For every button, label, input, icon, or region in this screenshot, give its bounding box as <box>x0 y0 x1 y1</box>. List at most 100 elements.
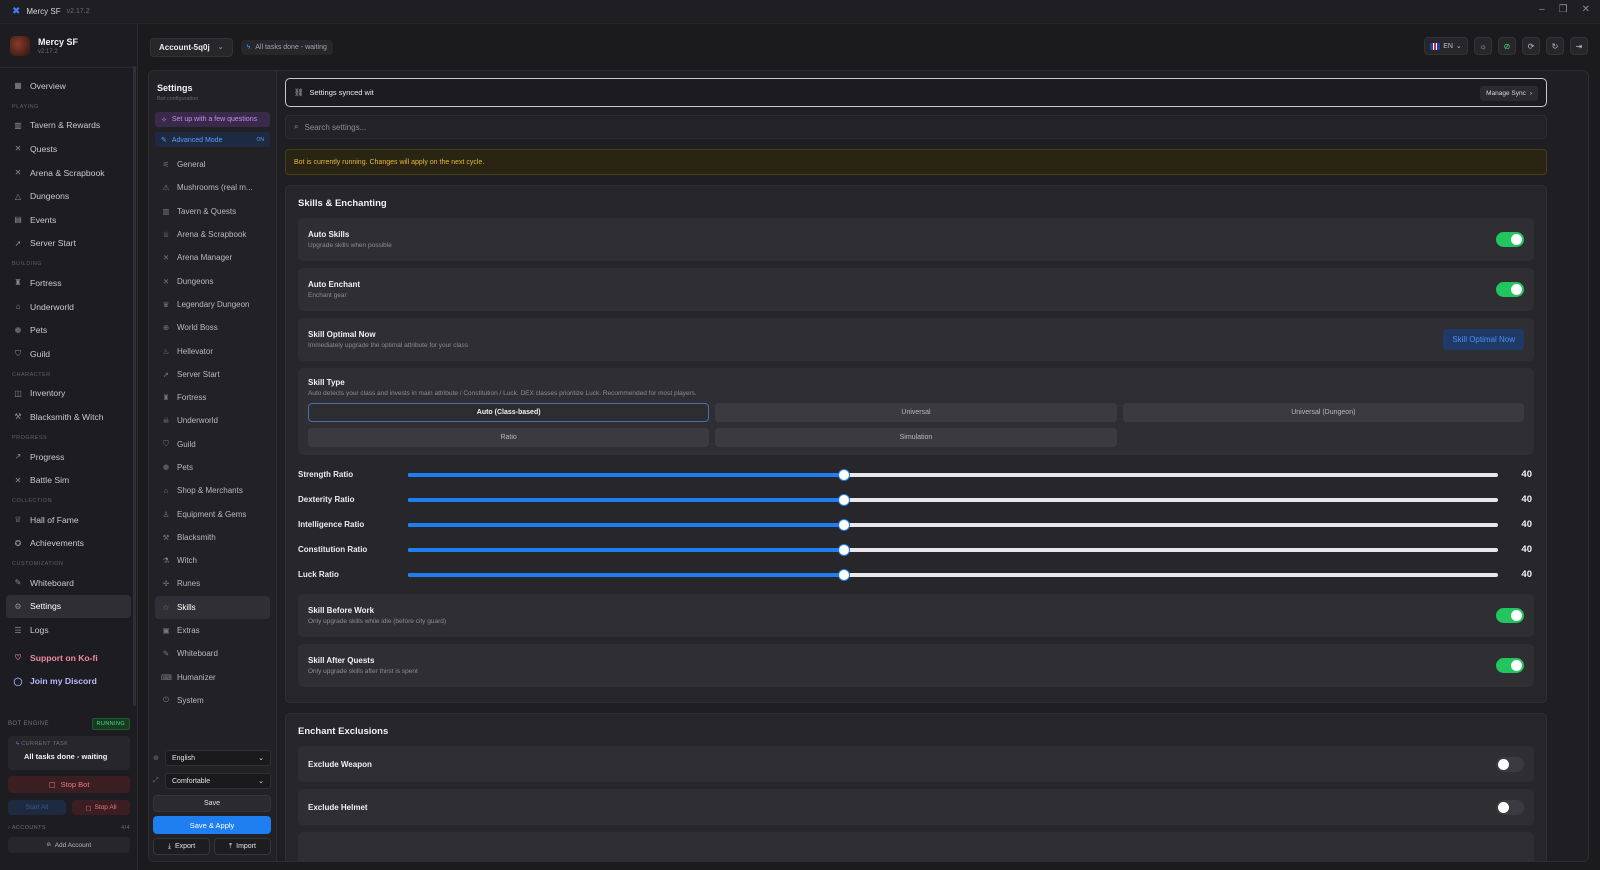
sidebar-item-label: Pets <box>30 325 48 336</box>
save-button[interactable]: Save <box>153 795 271 812</box>
add-account-button[interactable]: ⍝ Add Account <box>8 837 130 853</box>
ratio-slider-handle[interactable] <box>839 569 849 580</box>
ratio-slider[interactable] <box>408 494 1498 505</box>
ratio-slider[interactable] <box>408 519 1498 530</box>
language-button[interactable]: EN ⌄ <box>1424 37 1468 55</box>
stop-bot-button[interactable]: ▢ Stop Bot <box>8 776 130 793</box>
settings-nav-general[interactable]: ⚟ General <box>155 153 270 176</box>
setup-wizard-button[interactable]: ✧ Set up with a few questions <box>155 112 270 127</box>
settings-nav-shop[interactable]: ⌂ Shop & Merchants <box>155 479 270 502</box>
advanced-mode-toggle[interactable]: ✎ Advanced Mode ON <box>155 132 270 147</box>
sidebar-item-discord[interactable]: ◯ Join my Discord <box>6 669 131 693</box>
sidebar-item-tavern[interactable]: ▥ Tavern & Rewards <box>6 114 131 138</box>
sidebar-item-events[interactable]: ▤ Events <box>6 208 131 232</box>
sidebar-item-blacksmith[interactable]: ⚒ Blacksmith & Witch <box>6 405 131 429</box>
settings-nav-fortress[interactable]: ♜ Fortress <box>155 386 270 409</box>
exclude-weapon-toggle[interactable] <box>1496 756 1524 772</box>
settings-nav-humanizer[interactable]: ⌨ Humanizer <box>155 666 270 689</box>
sidebar-item-settings[interactable]: ⚙ Settings <box>6 594 131 619</box>
sidebar-item-server-start[interactable]: ➚ Server Start <box>6 232 131 256</box>
settings-nav-system[interactable]: ⏻ System <box>155 689 270 712</box>
ratio-slider-handle[interactable] <box>839 469 849 480</box>
sidebar-item-fortress[interactable]: ♜ Fortress <box>6 271 131 295</box>
sidebar-scrollbar[interactable] <box>133 66 136 706</box>
sidebar-item-whiteboard[interactable]: ✎ Whiteboard <box>6 571 131 595</box>
skill-type-option-ratio[interactable]: Ratio <box>308 428 710 447</box>
ratio-slider-handle[interactable] <box>839 544 849 555</box>
settings-nav-runes[interactable]: ✣ Runes <box>155 572 270 595</box>
ratio-slider-handle[interactable] <box>839 494 849 505</box>
section-progress: PROGRESS <box>12 434 48 441</box>
import-button[interactable]: ⤒ Import <box>214 838 271 855</box>
skill-before-work-toggle[interactable] <box>1496 608 1524 623</box>
settings-nav-pets[interactable]: ❁ Pets <box>155 456 270 479</box>
sidebar-item-quests[interactable]: ✕ Quests <box>6 137 131 161</box>
reload-button[interactable]: ↻ <box>1546 37 1564 55</box>
skill-after-quests-toggle[interactable] <box>1496 658 1524 673</box>
sidebar-item-logs[interactable]: ☰ Logs <box>6 618 131 642</box>
settings-nav-equipment[interactable]: ♙ Equipment & Gems <box>155 502 270 525</box>
sidebar-item-inventory[interactable]: ◫ Inventory <box>6 382 131 406</box>
maximize-icon[interactable]: ❐ <box>1559 4 1568 15</box>
settings-nav-underworld[interactable]: ☠ Underworld <box>155 409 270 432</box>
exclude-helmet-toggle[interactable] <box>1496 799 1524 815</box>
settings-nav-mushrooms[interactable]: ⚠ Mushrooms (real m... <box>155 176 270 199</box>
skill-type-option-universal[interactable]: Universal <box>715 403 1117 422</box>
skill-type-option-universal-dungeon[interactable]: Universal (Dungeon) <box>1122 403 1524 422</box>
settings-nav-blacksmith[interactable]: ⚒ Blacksmith <box>155 526 270 549</box>
save-apply-button[interactable]: Save & Apply <box>153 816 271 834</box>
profile[interactable]: Mercy SF v2.17.2 <box>0 24 137 68</box>
settings-nav-tavern[interactable]: ▥ Tavern & Quests <box>155 200 270 223</box>
settings-nav-dungeons[interactable]: ✕ Dungeons <box>155 269 270 292</box>
close-icon[interactable]: ✕ <box>1582 4 1590 15</box>
settings-nav-hellevator[interactable]: ♨ Hellevator <box>155 339 270 362</box>
language-select[interactable]: English ⌄ <box>165 750 271 766</box>
sidebar-item-label: Whiteboard <box>30 577 74 588</box>
settings-nav-witch[interactable]: ⚗ Witch <box>155 549 270 572</box>
sidebar-item-achievements[interactable]: ✪ Achievements <box>6 532 131 556</box>
sidebar-item-pets[interactable]: ❁ Pets <box>6 318 131 342</box>
chevron-right-icon[interactable]: › <box>8 825 10 831</box>
sidebar-item-guild[interactable]: ⛉ Guild <box>6 342 131 366</box>
settings-nav-arena-manager[interactable]: ✕ Arena Manager <box>155 246 270 269</box>
skill-type-option-auto[interactable]: Auto (Class-based) <box>308 403 710 422</box>
settings-nav-world-boss[interactable]: ⊕ World Boss <box>155 316 270 339</box>
sync-button[interactable]: ⟳ <box>1522 37 1540 55</box>
start-all-button[interactable]: Start All <box>8 800 66 815</box>
sidebar-item-dungeons[interactable]: △ Dungeons <box>6 184 131 208</box>
theme-toggle-button[interactable]: ☼ <box>1474 37 1492 55</box>
settings-nav-server-start[interactable]: ➚ Server Start <box>155 363 270 386</box>
sidebar-item-underworld[interactable]: ⌂ Underworld <box>6 295 131 319</box>
sidebar-item-progress[interactable]: ↗ Progress <box>6 445 131 469</box>
bot-engine: BOT ENGINE RUNNING ϟ CURRENT TASK All ta… <box>0 716 138 853</box>
minimize-icon[interactable]: – <box>1539 4 1545 15</box>
sidebar-item-kofi[interactable]: ♡ Support on Ko-fi <box>6 646 131 670</box>
ratio-slider[interactable] <box>408 569 1498 580</box>
density-select[interactable]: Comfortable ⌄ <box>165 773 271 789</box>
sidebar-item-hall-of-fame[interactable]: ♕ Hall of Fame <box>6 508 131 532</box>
skill-optimal-button[interactable]: Skill Optimal Now <box>1443 329 1524 350</box>
settings-nav-legendary-dungeon[interactable]: ♛ Legendary Dungeon <box>155 293 270 316</box>
stop-all-button[interactable]: ▢ Stop All <box>72 800 130 815</box>
ratio-slider[interactable] <box>408 544 1498 555</box>
export-button[interactable]: ⤓ Export <box>153 838 210 855</box>
auto-skills-toggle[interactable] <box>1496 232 1524 247</box>
sidebar-item-arena[interactable]: ✕ Arena & Scrapbook <box>6 161 131 185</box>
sidebar-item-overview[interactable]: ▦ Overview <box>6 74 131 98</box>
settings-nav-arena[interactable]: ♕ Arena & Scrapbook <box>155 223 270 246</box>
settings-nav-guild[interactable]: ⛉ Guild <box>155 433 270 456</box>
ratio-slider[interactable] <box>408 469 1498 480</box>
skill-type-option-simulation[interactable]: Simulation <box>715 428 1117 447</box>
manage-sync-button[interactable]: Manage Sync › <box>1480 86 1538 101</box>
section-collection: COLLECTION <box>12 497 53 504</box>
search-input[interactable]: ⌕ Search settings... <box>285 115 1547 139</box>
account-selector[interactable]: Account-5q0j ⌄ <box>150 37 233 57</box>
ratio-slider-handle[interactable] <box>839 519 849 530</box>
sidebar-item-battle-sim[interactable]: ✕ Battle Sim <box>6 468 131 492</box>
settings-nav-skills[interactable]: ☆ Skills <box>155 595 270 619</box>
logout-button[interactable]: ⇥ <box>1570 37 1588 55</box>
visibility-button[interactable]: ⊘ <box>1498 37 1516 55</box>
settings-nav-extras[interactable]: ▣ Extras <box>155 619 270 642</box>
settings-nav-whiteboard[interactable]: ✎ Whiteboard <box>155 642 270 665</box>
auto-enchant-toggle[interactable] <box>1496 282 1524 297</box>
